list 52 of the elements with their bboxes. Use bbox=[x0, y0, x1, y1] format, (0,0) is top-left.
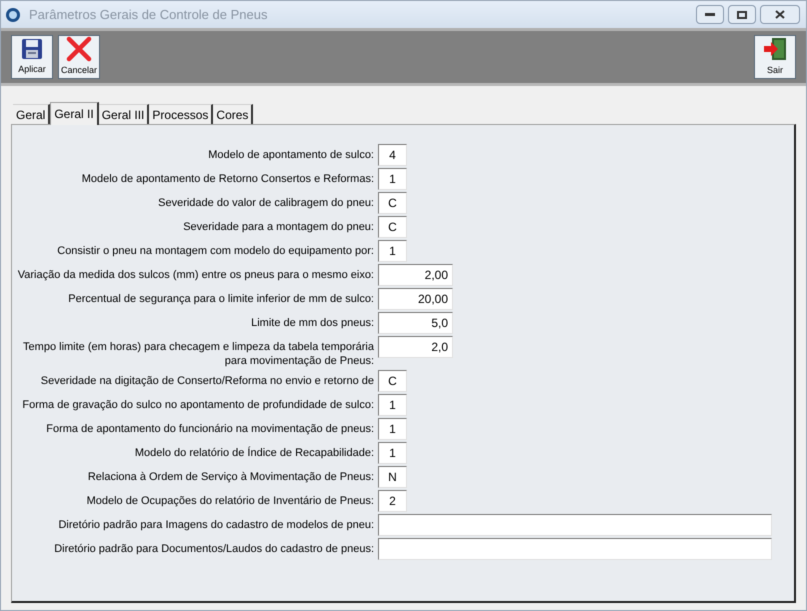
field-label: Modelo do relatório de Índice de Recapabilidade: bbox=[134, 446, 374, 460]
exit-door-icon bbox=[762, 36, 788, 62]
field-label: Severidade do valor de calibragem do pneu: bbox=[157, 196, 374, 210]
input-field[interactable]: 1 bbox=[378, 394, 407, 416]
exit-button[interactable]: Sair bbox=[754, 35, 796, 79]
input-field[interactable] bbox=[378, 538, 772, 560]
minimize-button[interactable] bbox=[696, 5, 724, 24]
tab[interactable]: Geral III bbox=[98, 104, 150, 124]
window-title: Parâmetros Gerais de Controle de Pneus bbox=[29, 6, 268, 24]
close-icon bbox=[775, 10, 785, 19]
field-label: Forma de gravação do sulco no apontamento de profundidade de sulco: bbox=[21, 398, 374, 412]
save-button[interactable]: Aplicar bbox=[11, 35, 53, 79]
tab[interactable]: Geral II bbox=[50, 102, 99, 125]
field-label: Tempo limite (em horas) para checagem e limpeza da tabela temporária para movimentação de Pneus: bbox=[22, 340, 374, 368]
field-label: Percentual de segurança para o limite inferior de mm de sulco: bbox=[67, 292, 374, 306]
field-label: Diretório padrão para Documentos/Laudos do cadastro de pneus: bbox=[53, 542, 374, 556]
cancel-button[interactable]: Cancelar bbox=[58, 35, 100, 79]
input-field[interactable]: N bbox=[378, 466, 407, 488]
input-field[interactable]: C bbox=[378, 216, 407, 238]
field-label: Limite de mm dos pneus: bbox=[250, 316, 374, 330]
input-field[interactable]: 1 bbox=[378, 418, 407, 440]
input-field[interactable]: 1 bbox=[378, 240, 407, 262]
input-field[interactable]: C bbox=[378, 370, 407, 392]
input-field[interactable] bbox=[378, 514, 772, 536]
input-field[interactable]: 2,0 bbox=[378, 336, 453, 358]
tab[interactable]: Cores bbox=[213, 104, 254, 124]
field-label: Consistir o pneu na montagem com modelo do equipamento por: bbox=[56, 244, 374, 258]
field-label: Relaciona à Ordem de Serviço à Movimentação de Pneus: bbox=[86, 470, 374, 484]
field-label: Severidade para a montagem do pneu: bbox=[182, 220, 374, 234]
input-field[interactable]: 4 bbox=[378, 144, 407, 166]
input-field[interactable]: 2 bbox=[378, 490, 407, 512]
minimize-icon bbox=[705, 12, 715, 16]
input-field[interactable]: C bbox=[378, 192, 407, 214]
close-icon bbox=[66, 36, 92, 62]
field-label: Modelo de Ocupações do relatório de Inventário de Pneus: bbox=[86, 494, 374, 508]
maximize-button[interactable] bbox=[728, 5, 756, 24]
field-label: Modelo de apontamento de sulco: bbox=[207, 148, 374, 162]
tab[interactable]: Processos bbox=[149, 104, 214, 124]
input-field[interactable]: 2,00 bbox=[378, 264, 453, 286]
field-label: Severidade na digitação de Conserto/Reforma no envio e retorno de bbox=[40, 374, 374, 388]
input-field[interactable]: 1 bbox=[378, 168, 407, 190]
field-label: Variação da medida dos sulcos (mm) entre os pneus para o mesmo eixo: bbox=[16, 268, 374, 282]
app-logo-icon bbox=[5, 6, 21, 22]
input-field[interactable]: 5,0 bbox=[378, 312, 453, 334]
input-field[interactable]: 20,00 bbox=[378, 288, 453, 310]
tab[interactable]: Geral bbox=[13, 104, 50, 124]
maximize-icon bbox=[737, 10, 747, 18]
field-label: Modelo de apontamento de Retorno Consertos e Reformas: bbox=[80, 172, 374, 186]
field-label: Forma de apontamento do funcionário na movimentação de pneus: bbox=[45, 422, 374, 436]
field-label: Diretório padrão para Imagens do cadastro de modelos de pneu: bbox=[57, 518, 374, 532]
close-button[interactable] bbox=[760, 5, 800, 24]
input-field[interactable]: 1 bbox=[378, 442, 407, 464]
